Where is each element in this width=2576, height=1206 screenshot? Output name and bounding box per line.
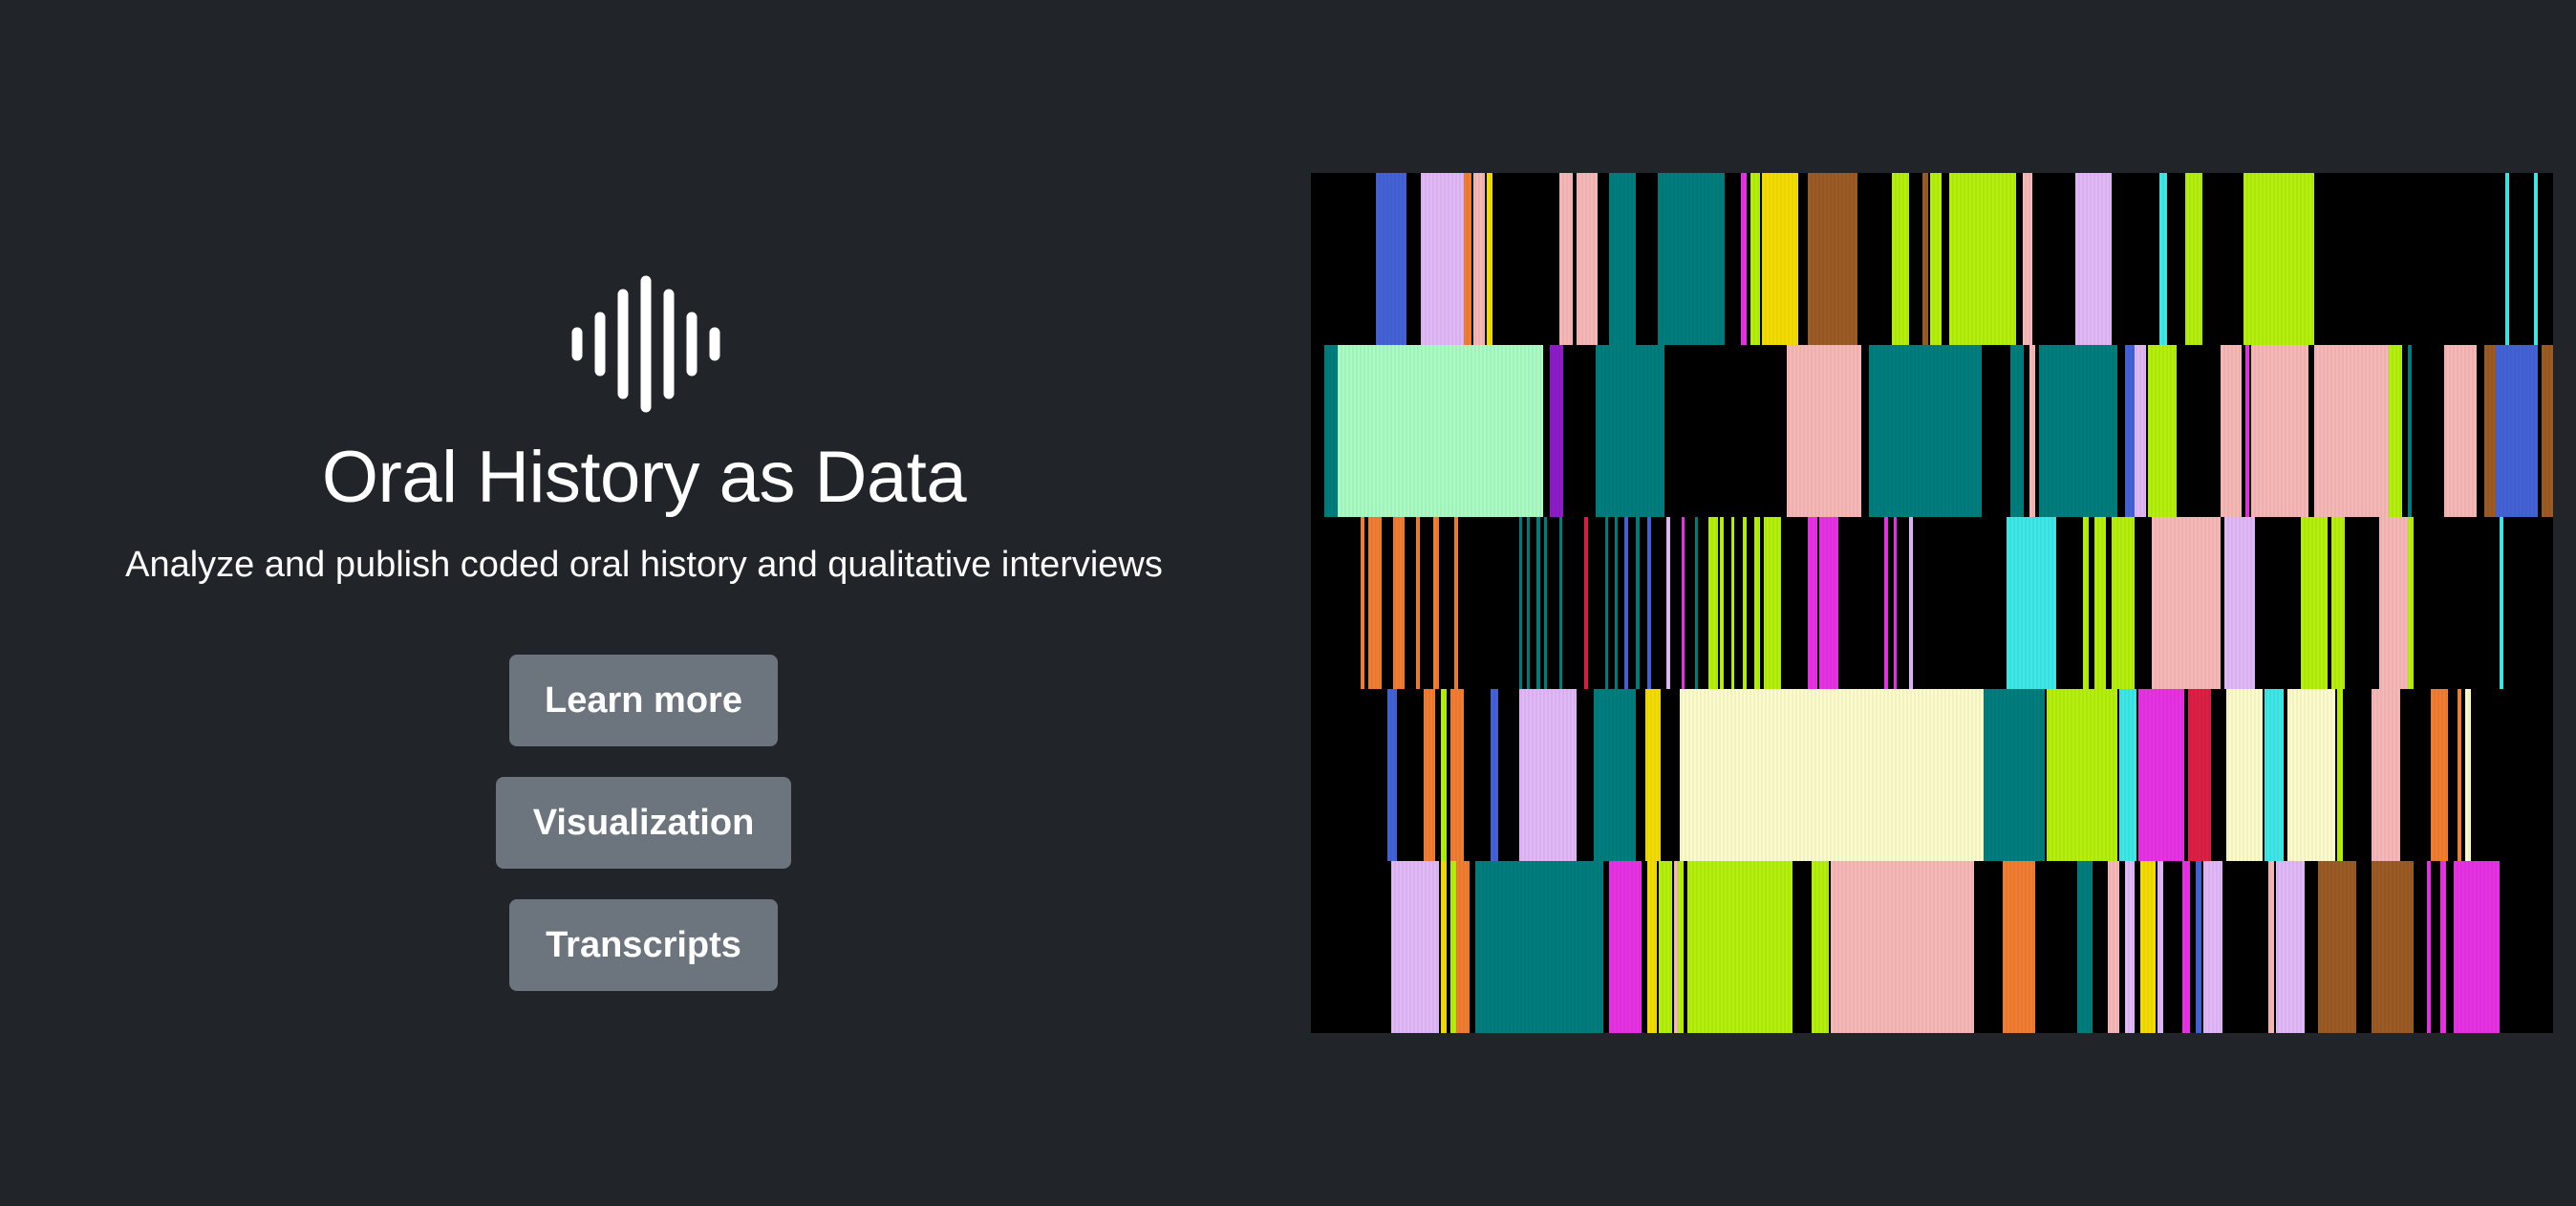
- stripe-segment: [2408, 345, 2412, 517]
- stripe-segment: [2138, 689, 2184, 861]
- stripe-segment: [1577, 173, 1598, 345]
- stripe-segment: [2440, 861, 2446, 1033]
- stripe-segment: [2251, 345, 2308, 517]
- stripe-segment: [1450, 861, 1456, 1033]
- stripe-segment: [2444, 345, 2477, 517]
- stripe-segment: [1922, 173, 1928, 345]
- stripe-segment: [2003, 861, 2035, 1033]
- stripe-segment: [2427, 861, 2431, 1033]
- stripe-segment: [1441, 689, 1447, 861]
- stripe-segment: [2534, 173, 2538, 345]
- stripe-segment: [2196, 861, 2201, 1033]
- stripe-segment: [2458, 689, 2461, 861]
- stripe-segment: [1678, 861, 1684, 1033]
- transcripts-button[interactable]: Transcripts: [509, 899, 778, 991]
- stripe-segment: [2496, 345, 2538, 517]
- stripe-segment: [2243, 173, 2314, 345]
- stripe-segment: [2542, 345, 2553, 517]
- page-subtitle: Analyze and publish coded oral history a…: [125, 545, 1163, 585]
- code-visualization-image: [1311, 173, 2553, 1033]
- stripe-segment: [2337, 689, 2343, 861]
- stripe-segment: [1609, 861, 1642, 1033]
- stripe-segment: [1819, 517, 1838, 689]
- stripe-segment: [1720, 517, 1724, 689]
- stripe-segment: [2484, 345, 2496, 517]
- stripe-segment: [2083, 517, 2089, 689]
- stripe-segment: [2023, 173, 2032, 345]
- stripe-segment: [1433, 517, 1439, 689]
- stripe-segment: [1658, 173, 1725, 345]
- soundwave-icon: [571, 275, 720, 413]
- stripe-segment: [2408, 517, 2414, 689]
- stripe-segment: [1536, 517, 1540, 689]
- stripe-segment: [1624, 517, 1628, 689]
- stripe-segment: [2465, 689, 2471, 861]
- stripe-segment: [1741, 173, 1747, 345]
- stripe-segment: [1441, 861, 1447, 1033]
- stripe-segment: [2047, 689, 2117, 861]
- stripe-segment: [2119, 689, 2136, 861]
- stripe-segment: [1812, 861, 1829, 1033]
- stripe-segment: [1884, 517, 1888, 689]
- stripe-segment: [1594, 689, 1636, 861]
- stripe-segment: [1596, 345, 1664, 517]
- stripe-segment: [1487, 173, 1492, 345]
- stripe-segment: [1674, 861, 1678, 1033]
- stripe-segment: [2094, 517, 2106, 689]
- stripe-segment: [2157, 861, 2163, 1033]
- stripe-segment: [2188, 689, 2211, 861]
- stripe-segment: [1636, 517, 1640, 689]
- stripe-segment: [2029, 345, 2035, 517]
- learn-more-button[interactable]: Learn more: [509, 655, 778, 746]
- stripe-segment: [2112, 517, 2135, 689]
- stripe-segment: [1666, 517, 1670, 689]
- stripe-segment: [1361, 517, 1364, 689]
- page-title: Oral History as Data: [321, 437, 967, 518]
- stripe-segment: [2221, 345, 2242, 517]
- stripe-segment: [1754, 517, 1760, 689]
- visualization-button[interactable]: Visualization: [496, 777, 791, 869]
- stripe-segment: [1743, 517, 1747, 689]
- stripe-segment: [1930, 173, 1942, 345]
- stripe-segment: [1421, 173, 1464, 345]
- stripe-segment: [1892, 173, 1909, 345]
- hero-section: Oral History as Data Analyze and publish…: [0, 0, 1288, 1206]
- stripe-segment: [2431, 689, 2448, 861]
- stripe-segment: [1764, 517, 1781, 689]
- stripe-segment: [1647, 517, 1651, 689]
- stripe-segment: [2500, 517, 2503, 689]
- stripe-segment: [2268, 861, 2274, 1033]
- code-stripes: [1311, 173, 2553, 1033]
